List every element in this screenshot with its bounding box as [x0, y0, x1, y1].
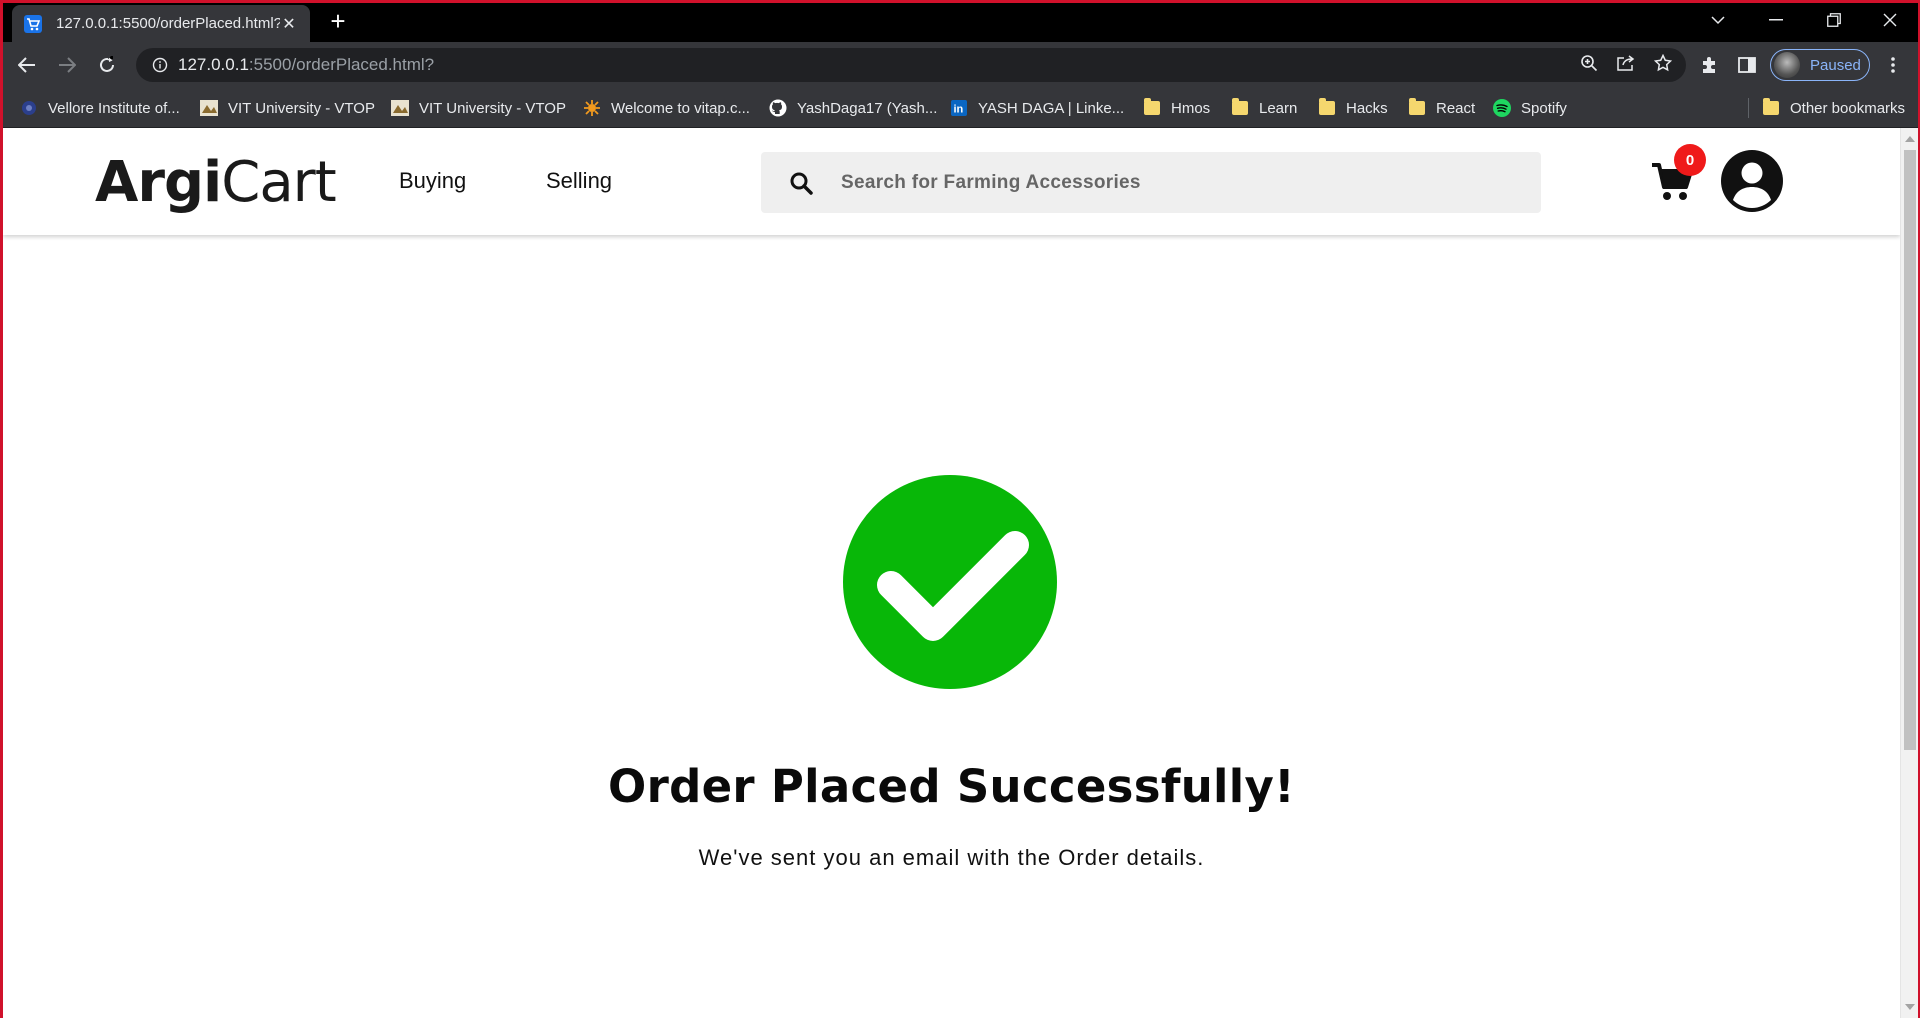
vtop-icon [391, 99, 409, 117]
bookmark-label: Hmos [1171, 99, 1211, 117]
bookmark-label: React [1436, 99, 1476, 117]
avatar [1774, 52, 1800, 78]
svg-text:in: in [954, 104, 964, 116]
folder-icon [1231, 98, 1249, 117]
bookmark-item[interactable]: Learn [1231, 97, 1297, 119]
nav-buying[interactable]: Buying [399, 168, 466, 194]
user-account-icon[interactable] [1721, 150, 1783, 212]
site-logo[interactable]: ArgiCart [95, 150, 337, 215]
url-text: 127.0.0.1:5500/orderPlaced.html? [178, 55, 435, 74]
web-page: ArgiCart Buying Selling Search for Farmi… [3, 128, 1900, 1018]
search-icon[interactable] [761, 171, 841, 195]
bookmark-label: VIT University - VTOP [228, 99, 375, 117]
bookmark-item[interactable]: VIT University - VTOP [391, 97, 566, 119]
extensions-icon[interactable] [1694, 50, 1724, 80]
vtop-icon [200, 99, 218, 117]
bookmark-label: YashDaga17 (Yash... [797, 99, 938, 117]
bookmark-label: Spotify [1521, 99, 1567, 117]
tab-title: 127.0.0.1:5500/orderPlaced.html? [56, 15, 280, 32]
bookmark-label: VIT University - VTOP [419, 99, 566, 117]
nav-selling[interactable]: Selling [546, 168, 612, 194]
page-title: Order Placed Successfully! [608, 760, 1295, 813]
cart-favicon-icon [24, 14, 42, 33]
vit-icon [20, 99, 38, 117]
github-icon [769, 99, 787, 117]
back-icon[interactable] [12, 50, 42, 80]
success-check-icon [843, 475, 1057, 689]
bookmark-label: Learn [1259, 99, 1298, 117]
minimize-button[interactable] [1748, 0, 1804, 40]
close-window-button[interactable] [1862, 0, 1918, 40]
site-info-icon[interactable] [142, 57, 178, 73]
bookmarks-bar: Vellore Institute of... VIT University -… [0, 88, 1920, 128]
folder-icon [1408, 98, 1426, 117]
bookmark-label: Hacks [1346, 99, 1388, 117]
bookmark-item[interactable]: Welcome to vitap.c... [583, 97, 750, 119]
bookmark-item[interactable]: Spotify [1493, 97, 1567, 119]
bookmark-label: Welcome to vitap.c... [611, 99, 750, 117]
scroll-up-icon[interactable] [1905, 136, 1915, 142]
bookmark-label: Other bookmarks [1790, 99, 1906, 117]
search-input[interactable]: Search for Farming Accessories [841, 172, 1141, 194]
restore-button[interactable] [1806, 0, 1862, 40]
spotify-icon [1493, 99, 1511, 117]
profile-button[interactable]: Paused [1770, 49, 1870, 81]
bookmark-star-icon[interactable] [1653, 53, 1673, 77]
share-icon[interactable] [1616, 54, 1636, 77]
new-tab-button[interactable]: + [324, 8, 352, 36]
scroll-thumb[interactable] [1904, 150, 1916, 750]
bookmark-item[interactable]: Vellore Institute of... [20, 97, 180, 119]
cart-count-badge: 0 [1674, 144, 1706, 176]
bookmark-item[interactable]: Hmos [1143, 97, 1210, 119]
bookmark-item[interactable]: React [1408, 97, 1475, 119]
folder-icon [1318, 98, 1336, 117]
folder-icon [1762, 98, 1780, 117]
reload-icon[interactable] [92, 50, 122, 80]
search-bar[interactable]: Search for Farming Accessories [761, 152, 1541, 213]
scroll-down-icon[interactable] [1905, 1004, 1915, 1010]
bookmark-item[interactable]: YashDaga17 (Yash... [769, 97, 937, 119]
folder-icon [1143, 98, 1161, 117]
tab-strip: 127.0.0.1:5500/orderPlaced.html? ✕ + [0, 0, 1920, 42]
bookmark-label: Vellore Institute of... [48, 99, 180, 117]
bookmark-item[interactable]: Hacks [1318, 97, 1388, 119]
bookmark-separator [1748, 98, 1749, 118]
tab-search-icon[interactable] [1690, 0, 1746, 40]
bookmark-label: YASH DAGA | Linke... [978, 99, 1125, 117]
browser-tab[interactable]: 127.0.0.1:5500/orderPlaced.html? ✕ [12, 5, 310, 42]
profile-status: Paused [1810, 56, 1861, 74]
other-bookmarks[interactable]: Other bookmarks [1762, 97, 1905, 119]
site-header: ArgiCart Buying Selling Search for Farmi… [3, 128, 1900, 235]
forward-icon[interactable] [52, 50, 82, 80]
linkedin-icon: in [950, 99, 968, 117]
tab-close-icon[interactable]: ✕ [280, 14, 298, 34]
address-bar[interactable]: 127.0.0.1:5500/orderPlaced.html? [136, 48, 1686, 82]
browser-toolbar: 127.0.0.1:5500/orderPlaced.html? Paused [0, 42, 1920, 88]
vitap-icon [583, 99, 601, 117]
page-scrollbar[interactable] [1900, 128, 1918, 1018]
confirmation-message: We've sent you an email with the Order d… [698, 845, 1205, 870]
bookmark-item[interactable]: in YASH DAGA | Linke... [950, 97, 1124, 119]
bookmark-item[interactable]: VIT University - VTOP [200, 97, 375, 119]
menu-icon[interactable] [1880, 50, 1906, 80]
side-panel-icon[interactable] [1732, 50, 1762, 80]
zoom-icon[interactable] [1580, 54, 1598, 77]
